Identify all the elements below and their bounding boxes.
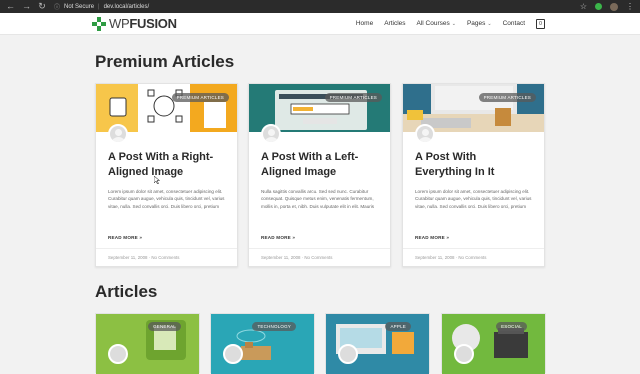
article-comments[interactable]: No Comments [151,255,179,260]
category-badge[interactable]: PREMIUM ARTICLES [171,93,229,102]
security-label: Not Secure [64,3,95,10]
chevron-down-icon: ⌄ [451,21,456,27]
url-separator: | [98,3,100,10]
article-title[interactable]: A Post With Everything In It [415,150,535,180]
article-thumbnail[interactable]: APPLE [326,314,429,374]
article-title[interactable]: A Post With a Left-Aligned Image [261,150,381,180]
article-thumbnail[interactable]: ESOCIAL [442,314,545,374]
address-bar[interactable]: ⓘ Not Secure | dev.local/articles/ [54,2,572,12]
info-icon: ⓘ [54,5,61,11]
article-card[interactable]: TECHNOLOGY [210,313,315,374]
article-card[interactable]: GENERAL [95,313,200,374]
card-divider [403,248,544,249]
article-card[interactable]: PREMIUM ARTICLES A Post With a Right-Ali… [95,83,238,267]
category-badge[interactable]: PREMIUM ARTICLES [324,93,382,102]
reload-icon[interactable]: ↻ [38,0,46,13]
category-badge[interactable]: APPLE [385,322,411,331]
article-card[interactable]: APPLE [325,313,430,374]
article-meta: September 11, 2008 · No Comments [108,255,179,260]
cart-icon[interactable]: 0 [536,18,545,29]
site-header: WPFUSION Home Articles All Courses ⌄ Page… [0,13,640,35]
category-badge[interactable]: GENERAL [148,322,181,331]
premium-articles-heading: Premium Articles [95,52,235,71]
extension-icon[interactable] [595,3,602,10]
menu-item-all-courses[interactable]: All Courses ⌄ [417,20,456,27]
card-divider [249,248,390,249]
browser-toolbar: ← → ↻ ⓘ Not Secure | dev.local/articles/… [0,0,640,13]
category-badge[interactable]: ESOCIAL [496,322,527,331]
forward-icon[interactable]: → [22,0,31,13]
read-more-link[interactable]: READ MORE » [108,235,142,240]
article-meta: September 11, 2008 · No Comments [261,255,332,260]
author-avatar[interactable] [223,344,243,364]
article-date: September 11, 2008 [108,255,148,260]
article-thumbnail[interactable]: GENERAL [96,314,199,374]
url-text: dev.local/articles/ [103,3,150,10]
card-divider [96,248,237,249]
author-avatar[interactable] [108,344,128,364]
author-avatar[interactable] [454,344,474,364]
logo-text: WPFUSION [109,16,177,31]
profile-avatar[interactable] [610,2,618,11]
article-excerpt: Lorem ipsum dolor sit amet, consectetuer… [415,189,532,209]
article-excerpt: Nulla sagittis convallis arcu. Sed sed n… [261,189,375,209]
article-comments[interactable]: No Comments [458,255,486,260]
article-card[interactable]: PREMIUM ARTICLES A Post With Everything … [402,83,545,267]
main-menu: Home Articles All Courses ⌄ Pages ⌄ Contac… [356,18,545,29]
author-avatar[interactable] [108,124,128,144]
article-date: September 11, 2008 [261,255,301,260]
more-menu-icon[interactable]: ⋮ [626,2,634,11]
author-avatar[interactable] [338,344,358,364]
chevron-down-icon: ⌄ [487,21,492,27]
article-date: September 11, 2008 [415,255,455,260]
menu-item-contact[interactable]: Contact [503,20,525,27]
article-title[interactable]: A Post With a Right-Aligned Image [108,150,228,180]
author-avatar[interactable] [415,124,435,144]
article-thumbnail[interactable]: TECHNOLOGY [211,314,314,374]
article-meta: September 11, 2008 · No Comments [415,255,486,260]
mouse-cursor-icon [154,176,160,184]
article-card[interactable]: PREMIUM ARTICLES A Post With a Left-Alig… [248,83,391,267]
read-more-link[interactable]: READ MORE » [415,235,449,240]
category-badge[interactable]: TECHNOLOGY [252,322,296,331]
logo[interactable]: WPFUSION [92,16,177,31]
article-card[interactable]: ESOCIAL [441,313,546,374]
back-icon[interactable]: ← [6,0,15,13]
article-comments[interactable]: No Comments [304,255,332,260]
articles-heading: Articles [95,282,158,301]
logo-icon [92,16,106,31]
menu-item-pages[interactable]: Pages ⌄ [467,20,492,27]
menu-item-home[interactable]: Home [356,20,373,27]
star-icon[interactable]: ☆ [580,2,587,11]
category-badge[interactable]: PREMIUM ARTICLES [478,93,536,102]
author-avatar[interactable] [261,124,281,144]
article-excerpt: Lorem ipsum dolor sit amet, consectetuer… [108,189,225,209]
menu-item-articles[interactable]: Articles [384,20,405,27]
read-more-link[interactable]: READ MORE » [261,235,295,240]
